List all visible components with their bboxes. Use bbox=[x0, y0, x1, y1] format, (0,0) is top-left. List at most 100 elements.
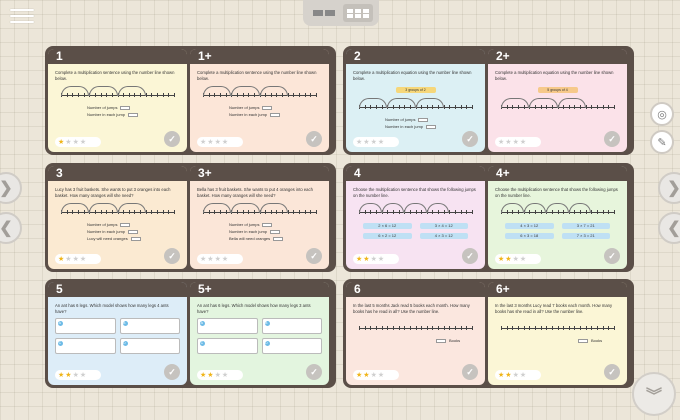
exercise-card[interactable]: 6+ In the last 3 months Lucy read 7 books… bbox=[488, 282, 627, 385]
star-icon: ★ bbox=[498, 255, 505, 263]
exercise-card[interactable]: 3+ Bella has 3 fruit baskets. She wants t… bbox=[190, 166, 329, 269]
star-icon: ★ bbox=[498, 371, 505, 379]
answer-input[interactable] bbox=[128, 112, 139, 117]
model-option[interactable]: C bbox=[55, 338, 116, 354]
answer-field-row: Number in each jump bbox=[229, 111, 322, 118]
star-icon: ★ bbox=[356, 255, 363, 263]
answer-input[interactable] bbox=[578, 338, 588, 343]
number-line-tick bbox=[310, 93, 312, 97]
answer-input[interactable] bbox=[273, 236, 284, 241]
star-icon: ★ bbox=[377, 371, 385, 379]
groups-banner: 3 groups of 2 bbox=[395, 87, 436, 93]
exercise-card[interactable]: 1 Complete a multiplication sentence usin… bbox=[48, 49, 187, 152]
option-label: A bbox=[58, 321, 61, 326]
star-icon: ★ bbox=[65, 371, 72, 379]
answer-input[interactable] bbox=[128, 229, 139, 234]
answer-choice[interactable]: 2 × 6 = 12 bbox=[363, 223, 412, 229]
grid-view-button[interactable] bbox=[343, 4, 373, 22]
number-line-tick bbox=[472, 326, 473, 330]
next-left-button[interactable]: ❯ bbox=[0, 172, 22, 204]
answer-input[interactable] bbox=[120, 105, 131, 110]
answer-choice[interactable]: 6 × 2 = 12 bbox=[363, 233, 412, 239]
complete-check-button[interactable]: ✓ bbox=[604, 131, 620, 147]
next-right-button[interactable]: ❯ bbox=[658, 172, 680, 204]
model-option[interactable]: B bbox=[119, 318, 180, 334]
answer-choice[interactable]: 3 × 7 = 21 bbox=[561, 223, 610, 229]
menu-button[interactable] bbox=[10, 6, 34, 26]
prev-right-button[interactable]: ❮ bbox=[658, 212, 680, 244]
exercise-card[interactable]: 2+ Complete a multiplication equation usi… bbox=[488, 49, 627, 152]
scroll-down-button[interactable]: ︾ bbox=[632, 372, 676, 416]
question-prompt: Complete a multiplication sentence using… bbox=[55, 70, 175, 81]
complete-check-button[interactable]: ✓ bbox=[604, 248, 620, 264]
star-icon: ★ bbox=[519, 255, 527, 263]
exercise-card[interactable]: 6 In the last 5 months Jack read 5 books … bbox=[346, 282, 485, 385]
complete-check-button[interactable]: ✓ bbox=[164, 248, 180, 264]
number-line-tick bbox=[540, 326, 542, 330]
complete-check-button[interactable]: ✓ bbox=[164, 364, 180, 380]
exercise-card[interactable]: 4+ Choose the multiplication sentence tha… bbox=[488, 166, 627, 269]
number-line-tick bbox=[585, 326, 587, 330]
complete-check-button[interactable]: ✓ bbox=[462, 248, 478, 264]
target-tool-button[interactable]: ◎ bbox=[650, 102, 674, 126]
answer-input[interactable] bbox=[130, 236, 141, 241]
answer-input[interactable] bbox=[436, 338, 446, 343]
exercise-card[interactable]: 2 Complete a multiplication equation usin… bbox=[346, 49, 485, 152]
answer-choice[interactable]: 4 × 3 = 12 bbox=[505, 223, 554, 229]
jump-arc bbox=[359, 98, 388, 108]
answer-choice[interactable]: 4 × 3 = 12 bbox=[419, 233, 468, 239]
answer-input[interactable] bbox=[426, 124, 437, 129]
number-line-tick bbox=[608, 210, 610, 214]
star-icon: ★ bbox=[356, 138, 363, 146]
exercise-card[interactable]: 5+ An ant has 6 legs. Which model shows h… bbox=[190, 282, 329, 385]
number-line-tick bbox=[421, 326, 423, 330]
field-label: Number in each jump bbox=[229, 229, 268, 234]
exercise-card[interactable]: 1+ Complete a multiplication sentence usi… bbox=[190, 49, 329, 152]
number-line-tick bbox=[443, 105, 445, 109]
complete-check-button[interactable]: ✓ bbox=[462, 364, 478, 380]
star-icon: ★ bbox=[207, 138, 214, 146]
answer-input[interactable] bbox=[270, 112, 281, 117]
complete-check-button[interactable]: ✓ bbox=[604, 364, 620, 380]
star-icon: ★ bbox=[58, 371, 65, 379]
answer-input[interactable] bbox=[262, 222, 273, 227]
answer-input[interactable] bbox=[270, 229, 281, 234]
answer-input[interactable] bbox=[418, 117, 429, 122]
exercise-card[interactable]: 3 Lucy has 3 fruit baskets. She wants to … bbox=[48, 166, 187, 269]
number-line-tick bbox=[438, 326, 440, 330]
model-option[interactable]: A bbox=[197, 318, 258, 334]
exercise-card[interactable]: 5 An ant has 6 legs. Which model shows ho… bbox=[48, 282, 187, 385]
number-line-tick bbox=[614, 210, 615, 214]
exercise-card[interactable]: 4 Choose the multiplication sentence that… bbox=[346, 166, 485, 269]
answer-choice[interactable]: 7 × 3 = 21 bbox=[561, 233, 610, 239]
star-icon: ★ bbox=[58, 138, 65, 146]
complete-check-button[interactable]: ✓ bbox=[306, 364, 322, 380]
number-line-tick bbox=[364, 326, 366, 330]
complete-check-button[interactable]: ✓ bbox=[164, 131, 180, 147]
two-column-view-button[interactable] bbox=[309, 4, 339, 22]
card-number: 6 bbox=[346, 282, 485, 297]
model-option[interactable]: A bbox=[55, 318, 116, 334]
exercise-group: 1 Complete a multiplication sentence usin… bbox=[45, 46, 336, 155]
number-line-tick bbox=[466, 210, 468, 214]
star-icon: ★ bbox=[72, 371, 79, 379]
prev-left-button[interactable]: ❮ bbox=[0, 212, 22, 244]
answer-choice[interactable]: 6 × 3 = 18 bbox=[505, 233, 554, 239]
answer-choice[interactable]: 3 × 4 = 12 bbox=[419, 223, 468, 229]
number-line-tick bbox=[523, 326, 525, 330]
eraser-tool-button[interactable]: ✎ bbox=[650, 130, 674, 154]
answer-field-row: Number of jumps bbox=[229, 221, 322, 228]
model-option[interactable]: D bbox=[261, 338, 322, 354]
groups-banner: 5 groups of 4 bbox=[537, 87, 578, 93]
answer-input[interactable] bbox=[120, 222, 131, 227]
complete-check-button[interactable]: ✓ bbox=[306, 131, 322, 147]
answer-input[interactable] bbox=[262, 105, 273, 110]
model-option[interactable]: C bbox=[197, 338, 258, 354]
number-line bbox=[359, 203, 473, 217]
model-option[interactable]: B bbox=[261, 318, 322, 334]
number-line-tick bbox=[580, 326, 582, 330]
star-icon: ★ bbox=[363, 371, 370, 379]
complete-check-button[interactable]: ✓ bbox=[462, 131, 478, 147]
model-option[interactable]: D bbox=[119, 338, 180, 354]
complete-check-button[interactable]: ✓ bbox=[306, 248, 322, 264]
